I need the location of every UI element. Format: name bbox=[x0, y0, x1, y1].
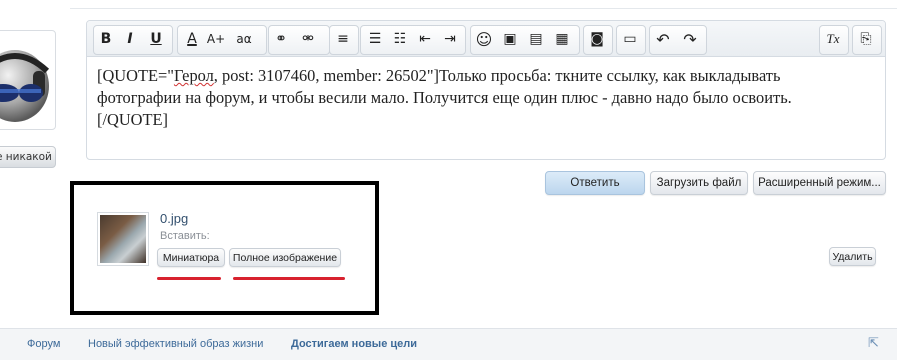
upload-file-button[interactable]: Загрузить файл bbox=[650, 171, 748, 195]
camera-icon[interactable]: ◙ bbox=[586, 26, 608, 52]
misspelled-word: Герол bbox=[173, 66, 214, 85]
avatar-image bbox=[0, 50, 50, 122]
editor-toolbar: B I U A A+ aα ⚭ ⚮ ≡ ☰ ☷ ⇤ ⇥ ☺ ▣ ▤ ▦ ◙ ▭ … bbox=[87, 21, 885, 57]
outdent-icon[interactable]: ⇤ bbox=[414, 26, 436, 52]
italic-icon[interactable]: I bbox=[119, 26, 141, 52]
font-size-down-icon[interactable]: aα bbox=[233, 26, 255, 52]
redo-icon[interactable]: ↷ bbox=[679, 26, 701, 52]
insert-thumbnail-button[interactable]: Миниатюра bbox=[157, 248, 225, 267]
editor-text-line-2: фотографии на форум, и чтобы весили мало… bbox=[97, 88, 792, 107]
breadcrumb-item-goals[interactable]: Достигаем новые цели bbox=[291, 338, 417, 350]
insert-full-image-button[interactable]: Полное изображение bbox=[229, 248, 341, 267]
font-size-up-icon[interactable]: A+ bbox=[205, 26, 227, 52]
delete-attachment-button[interactable]: Удалить bbox=[829, 247, 876, 266]
breadcrumb: Форум Новый эффективный образ жизни Дост… bbox=[0, 328, 897, 360]
media-icon[interactable]: ▤ bbox=[525, 26, 547, 52]
avatar bbox=[0, 30, 56, 130]
unlink-icon[interactable]: ⚮ bbox=[297, 26, 319, 52]
smiley-icon[interactable]: ☺ bbox=[473, 26, 495, 52]
attachment-thumbnail[interactable] bbox=[97, 212, 149, 266]
toggle-bbcode-icon[interactable]: ⎘ bbox=[855, 26, 877, 52]
image-icon[interactable]: ▣ bbox=[499, 26, 521, 52]
user-title-badge: е никакой bbox=[0, 146, 56, 168]
thumbnail-image bbox=[100, 215, 146, 263]
expand-icon[interactable]: ⇱ bbox=[868, 335, 879, 351]
breadcrumb-item-lifestyle[interactable]: Новый эффективный образ жизни bbox=[88, 338, 263, 350]
editor-text-line-3: [/QUOTE] bbox=[97, 110, 169, 129]
reply-button[interactable]: Ответить bbox=[545, 171, 645, 195]
font-color-icon[interactable]: A bbox=[181, 26, 203, 52]
remove-format-icon[interactable]: Tx bbox=[822, 26, 844, 52]
link-icon[interactable]: ⚭ bbox=[270, 26, 292, 52]
red-underline-full-image bbox=[233, 277, 345, 280]
bullet-list-icon[interactable]: ☰ bbox=[364, 26, 386, 52]
code-icon[interactable]: ▦ bbox=[551, 26, 573, 52]
bold-icon[interactable]: B bbox=[95, 26, 117, 52]
indent-icon[interactable]: ⇥ bbox=[439, 26, 461, 52]
message-editor[interactable]: B I U A A+ aα ⚭ ⚮ ≡ ☰ ☷ ⇤ ⇥ ☺ ▣ ▤ ▦ ◙ ▭ … bbox=[86, 20, 886, 160]
editor-text[interactable]: [QUOTE="Герол, post: 3107460, member: 26… bbox=[97, 65, 877, 131]
save-draft-icon[interactable]: ▭ bbox=[619, 26, 641, 52]
red-underline-thumbnail bbox=[157, 277, 221, 280]
align-icon[interactable]: ≡ bbox=[332, 26, 354, 52]
breadcrumb-item-forum[interactable]: Форум bbox=[27, 338, 60, 350]
advanced-mode-button[interactable]: Расширенный режим... bbox=[753, 171, 886, 195]
insert-label: Вставить: bbox=[160, 230, 210, 242]
numbered-list-icon[interactable]: ☷ bbox=[389, 26, 411, 52]
attachment-filename-link[interactable]: 0.jpg bbox=[160, 211, 188, 226]
editor-text-line-1: [QUOTE="Герол, post: 3107460, member: 26… bbox=[97, 66, 781, 85]
undo-icon[interactable]: ↶ bbox=[652, 26, 674, 52]
underline-icon[interactable]: U bbox=[145, 26, 167, 52]
top-divider bbox=[70, 8, 897, 9]
